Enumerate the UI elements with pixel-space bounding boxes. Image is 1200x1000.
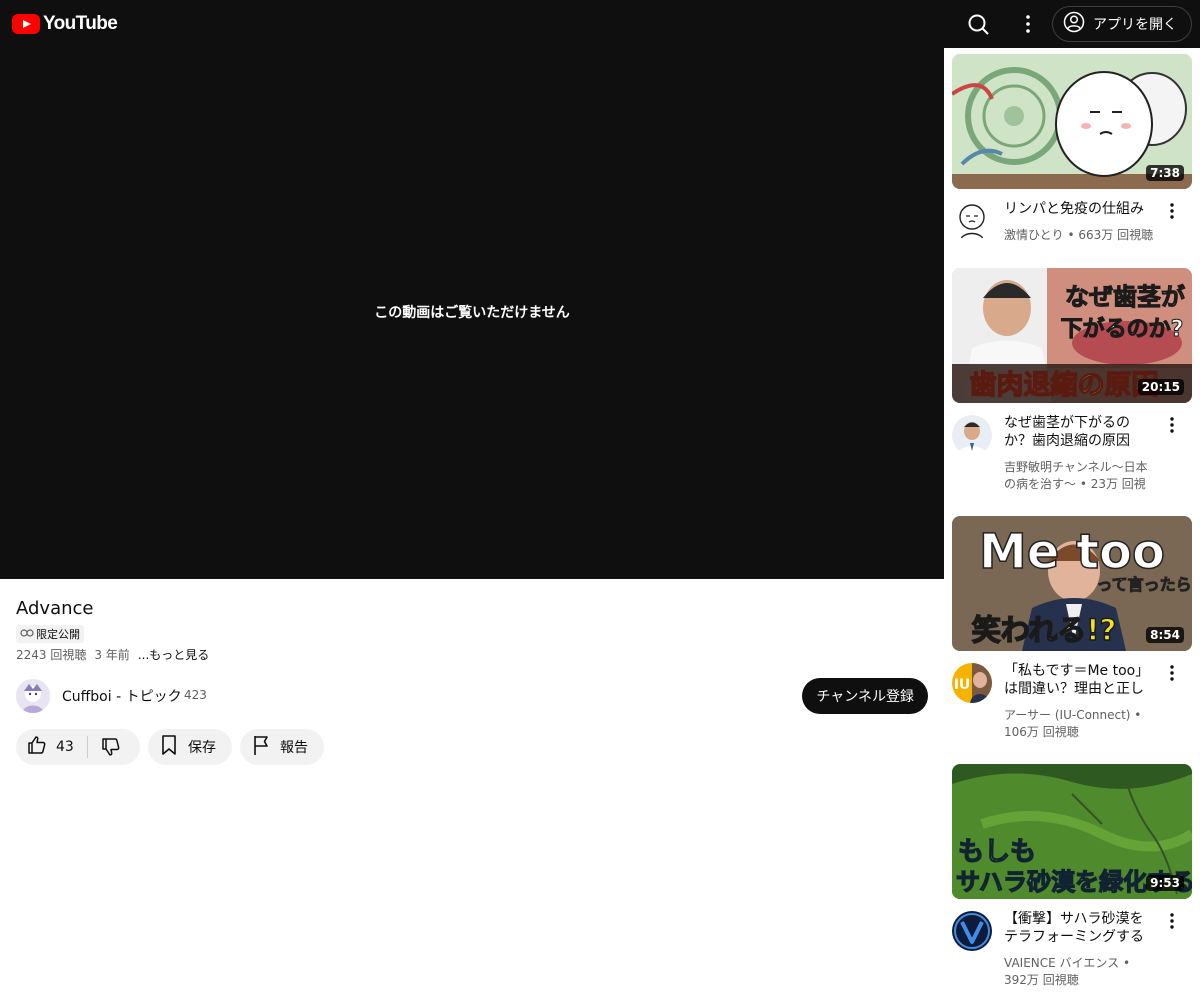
thumb-text-mid: 下がるのか? [1061,316,1184,342]
open-app-button[interactable]: アプリを開く [1052,6,1192,42]
youtube-play-icon [12,14,40,34]
more-vert-icon[interactable] [1168,663,1176,683]
visibility-label: 限定公開 [36,628,80,641]
save-label: 保存 [188,740,216,756]
youtube-logo[interactable]: YouTube [12,13,118,35]
thumb-text-mid: って言ったら [1096,575,1191,594]
video-stats[interactable]: 2243 回視聴 3 年前 ...もっと見る [16,646,209,663]
search-icon[interactable] [966,12,992,38]
like-count[interactable]: 43 [56,739,74,755]
save-button[interactable]: 保存 [148,729,232,765]
report-label: 報告 [280,740,308,756]
thumb-down-icon[interactable] [100,736,122,762]
rec-meta: 激情ひとり • 663万 回視聴 [1004,228,1154,242]
rec-channel-avatar[interactable] [952,201,992,241]
channel-name[interactable]: Cuffboi - トピック [62,686,182,706]
link-icon [20,628,34,641]
top-bar: YouTube アプリを開く [0,0,1200,48]
channel-row: Cuffboi - トピック 423 チャンネル登録 [16,678,928,714]
thumb-text-top: Me too [979,524,1165,580]
duration-badge: 8:54 [1146,627,1184,643]
rec-item[interactable]: 7:38 リンパと免疫の仕組み 激情ひとり • 663万 回視聴 [952,54,1192,242]
duration-badge: 9:53 [1146,875,1184,891]
like-separator [87,736,88,758]
like-dislike-group: 43 [16,729,140,765]
action-bar: 43 保存 報告 [16,729,324,765]
logo-text: YouTube [43,13,118,34]
rec-meta: アーサー (IU-Connect) • 106万 回視聴 [1004,708,1142,739]
thumb-text-top: なぜ歯茎が [1065,283,1185,311]
rec-thumbnail[interactable]: もしも サハラ砂漠を緑化すると 9:53 [952,764,1192,899]
show-more-link[interactable]: ...もっと見る [138,646,209,663]
rec-thumbnail[interactable]: なぜ歯茎が 下がるのか? 歯肉退縮の原因 20:15 [952,268,1192,403]
rec-channel-avatar[interactable] [952,911,992,951]
unavailable-message: この動画はご覧いただけません [374,305,570,321]
rec-title[interactable]: リンパと免疫の仕組み [1004,200,1152,218]
more-vert-icon[interactable] [1017,12,1039,36]
rec-title[interactable]: なぜ歯茎が下がるのか？歯肉退縮の原因 [1004,414,1152,450]
subscriber-count: 423 [184,688,207,702]
rec-item[interactable]: もしも サハラ砂漠を緑化すると 9:53 【衝撃】サハラ砂漠をテラフォーミングす… [952,764,1192,987]
more-vert-icon[interactable] [1168,201,1176,221]
rec-thumbnail[interactable]: 7:38 [952,54,1192,189]
thumb-up-icon[interactable] [26,734,48,760]
svg-text:IU: IU [954,677,971,693]
rec-item[interactable]: なぜ歯茎が 下がるのか? 歯肉退縮の原因 20:15 なぜ歯茎が下がるのか？歯肉… [952,268,1192,491]
subscribe-button[interactable]: チャンネル登録 [802,678,928,714]
rec-channel-avatar[interactable] [952,415,992,455]
report-button[interactable]: 報告 [240,729,324,765]
thumb-text-top: もしも [958,837,1036,867]
video-player[interactable]: この動画はご覧いただけません [0,48,944,579]
more-vert-icon[interactable] [1168,415,1176,435]
duration-badge: 20:15 [1137,379,1184,395]
rec-title[interactable]: 【衝撃】サハラ砂漠をテラフォーミングすると [1004,910,1152,946]
rec-item[interactable]: Me too って言ったら 笑われる!? 8:54 IU 「私もです＝Me to… [952,516,1192,739]
bookmark-icon [160,734,178,760]
view-count: 2243 回視聴 [16,648,87,662]
rec-title[interactable]: 「私もです＝Me too」は間違い？理由と正しい表現 [1004,662,1152,698]
rec-thumbnail[interactable]: Me too って言ったら 笑われる!? 8:54 [952,516,1192,651]
rec-channel-avatar[interactable]: IU [952,663,992,703]
more-vert-icon[interactable] [1168,911,1176,931]
rec-meta: VAIENCE バイエンス • 392万 回視聴 [1004,956,1131,987]
channel-avatar[interactable] [16,679,50,713]
rec-meta: 吉野敏明チャンネル〜日本の病を治す〜 • 23万 回視聴 [1004,460,1148,491]
visibility-badge: 限定公開 [16,625,84,643]
account-circle-icon [1063,11,1085,37]
thumb-text-bottom: 笑われる!? [972,613,1117,647]
upload-age: 3 年前 [94,648,130,662]
video-title: Advance [16,598,94,619]
thumb-text-bottom: 歯肉退縮の原因 [970,369,1159,401]
duration-badge: 7:38 [1146,165,1184,181]
open-app-label: アプリを開く [1093,17,1177,33]
flag-icon [252,734,272,760]
